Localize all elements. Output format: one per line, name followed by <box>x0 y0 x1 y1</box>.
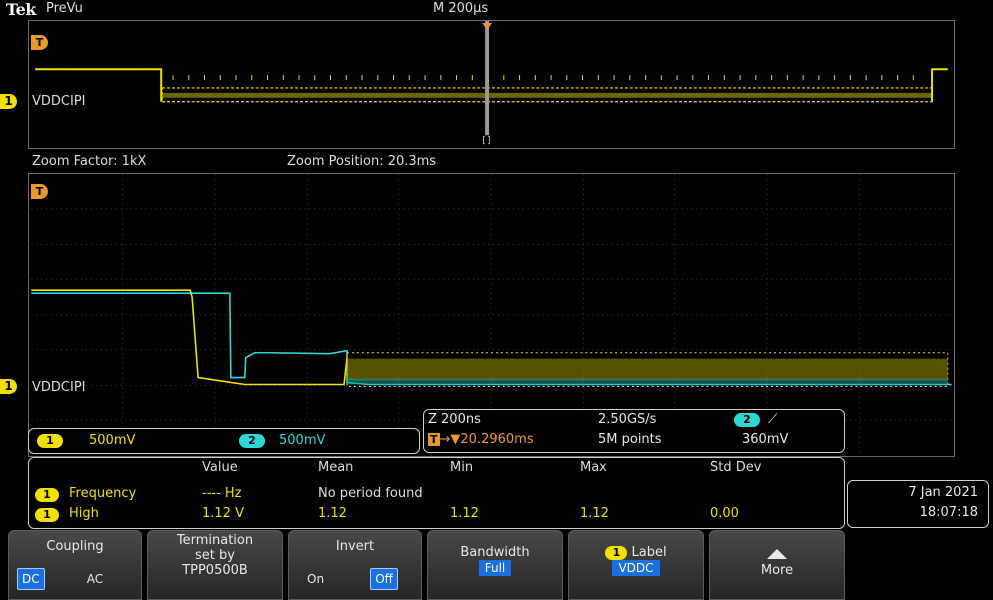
invert-label: Invert <box>335 539 375 554</box>
coupling-button[interactable]: Coupling DC AC <box>8 530 142 600</box>
col-header-value: Value <box>202 460 238 475</box>
label-channel-badge: 1 <box>605 546 628 560</box>
zoom-position: Zoom Position: 20.3ms <box>287 154 437 169</box>
coupling-dc-option[interactable]: DC <box>17 568 45 590</box>
col-header-stddev: Std Dev <box>710 460 762 475</box>
brand-logo: Tek <box>6 0 36 19</box>
more-label: More <box>760 563 794 578</box>
bandwidth-button[interactable]: Bandwidth Full <box>427 530 563 600</box>
overview-trigger-marker: T <box>31 35 48 50</box>
invert-on-option[interactable]: On <box>303 569 328 589</box>
bandwidth-value: Full <box>478 560 512 576</box>
triangle-up-icon <box>767 549 787 559</box>
acquisition-readout[interactable]: Z 200ns 2.50GS/s 2 ⟋ T →▼20.2960ms 5M poi… <box>423 409 845 453</box>
measurement-value: 1.12 V <box>202 506 244 521</box>
trigger-level: 360mV <box>742 432 789 447</box>
overview-ch1-label: VDDCIPI <box>32 94 86 109</box>
measurement-name: High <box>69 506 99 521</box>
trigger-channel-badge: 2 <box>734 413 760 427</box>
trigger-arrow-icon: →▼ <box>439 432 461 447</box>
ch1-badge[interactable]: 1 <box>37 434 63 448</box>
bandwidth-label: Bandwidth <box>460 545 530 560</box>
zoom-box-marker: [] <box>481 136 492 146</box>
ch2-scale[interactable]: 500mV <box>279 433 325 448</box>
col-header-max: Max <box>580 460 607 475</box>
trigger-slope-icon: ⟋ <box>768 412 778 427</box>
zoom-time-per-div: Z 200ns <box>428 412 481 427</box>
measurement-mean: No period found <box>318 486 423 501</box>
measurement-value: ---- Hz <box>202 486 242 501</box>
label-label: Label <box>631 545 667 560</box>
overview-waveform-panel[interactable]: T [] <box>28 20 955 149</box>
channel-scale-readout[interactable]: 1 500mV 2 500mV <box>28 428 420 454</box>
measurement-table[interactable]: Value Mean Min Max Std Dev 1 Frequency -… <box>28 457 845 529</box>
date: 7 Jan 2021 <box>908 485 978 500</box>
zoom-ch1-label: VDDCIPI <box>32 380 86 395</box>
termination-probe: TPP0500B <box>182 563 248 578</box>
time: 18:07:18 <box>919 505 978 520</box>
trigger-position-marker: T <box>428 433 440 446</box>
termination-button[interactable]: Termination set by TPP0500B <box>147 530 283 600</box>
label-value: VDDC <box>612 560 660 576</box>
zoom-factor: Zoom Factor: 1kX <box>32 154 147 169</box>
overview-ch1-marker[interactable]: 1 <box>0 94 17 109</box>
record-length: 5M points <box>598 432 662 447</box>
termination-line1: Termination <box>176 533 254 548</box>
trigger-position: 20.2960ms <box>460 432 534 447</box>
invert-off-option[interactable]: Off <box>370 568 398 590</box>
sample-rate: 2.50GS/s <box>598 412 657 427</box>
measurement-mean: 1.12 <box>318 506 347 521</box>
col-header-mean: Mean <box>318 460 354 475</box>
invert-button[interactable]: Invert On Off <box>288 530 422 600</box>
datetime-readout[interactable]: 7 Jan 2021 18:07:18 <box>847 480 989 528</box>
zoom-ch1-marker[interactable]: 1 <box>0 379 17 394</box>
label-button[interactable]: 1 Label VDDC <box>568 530 704 600</box>
more-button[interactable]: More <box>709 530 845 600</box>
zoom-trigger-marker: T <box>31 184 48 199</box>
termination-line2: set by <box>195 548 235 563</box>
coupling-ac-option[interactable]: AC <box>83 569 107 589</box>
row-channel-badge: 1 <box>35 508 59 522</box>
col-header-min: Min <box>450 460 474 475</box>
row-channel-badge: 1 <box>35 488 59 502</box>
measurement-name: Frequency <box>69 486 137 501</box>
acquisition-mode: PreVu <box>46 1 83 16</box>
measurement-min: 1.12 <box>450 506 479 521</box>
coupling-label: Coupling <box>46 539 104 554</box>
measurement-stddev: 0.00 <box>710 506 739 521</box>
ch1-scale[interactable]: 500mV <box>89 433 135 448</box>
measurement-max: 1.12 <box>580 506 609 521</box>
ch2-badge[interactable]: 2 <box>239 434 265 448</box>
main-timebase[interactable]: M 200µs <box>433 1 488 16</box>
overview-graticule <box>35 21 948 136</box>
